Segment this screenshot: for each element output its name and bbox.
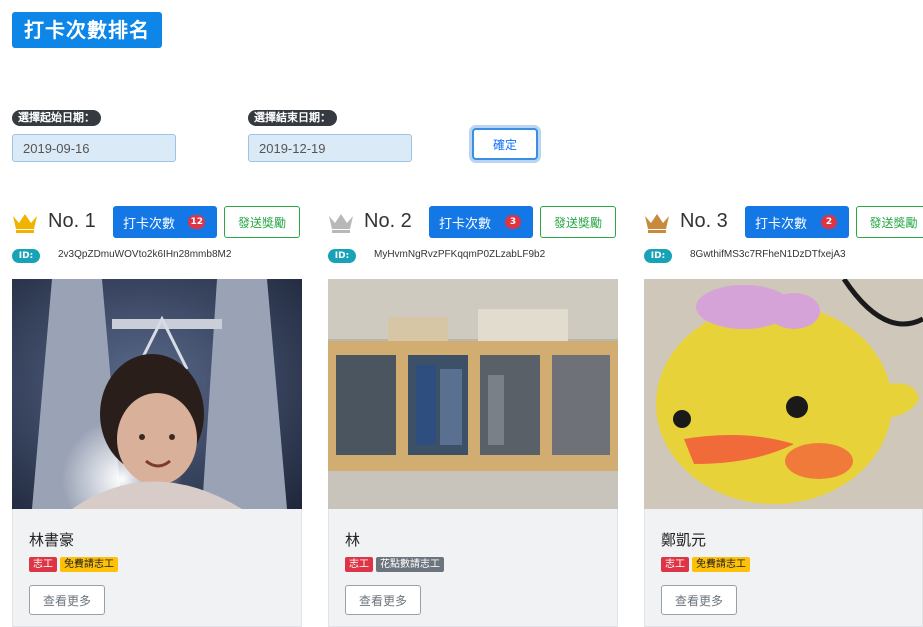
card-header: No. 2 打卡次數 3 發送獎勵: [328, 204, 620, 238]
tag-list: 志工 免費請志工: [29, 557, 121, 573]
tag-volunteer: 志工: [345, 557, 373, 572]
user-name: 林書豪: [29, 531, 75, 549]
checkin-count-badge: 3: [505, 215, 521, 229]
tag-service-type: 花點數請志工: [376, 557, 444, 572]
person-at-night-towers-photo: [12, 279, 302, 509]
user-name: 鄭凱元: [661, 531, 707, 549]
tag-service-type: 免費請志工: [692, 557, 750, 572]
send-reward-button[interactable]: 發送獎勵: [540, 206, 616, 238]
tag-list: 志工 花點數請志工: [345, 557, 447, 573]
bronze-crown-icon: [645, 214, 669, 233]
checkin-count-button[interactable]: 打卡次數 3: [429, 206, 533, 238]
tag-list: 志工 免費請志工: [661, 557, 753, 573]
rank-label: No. 1: [48, 210, 96, 232]
tag-volunteer: 志工: [661, 557, 689, 572]
ranking-card-2: No. 2 打卡次數 3 發送獎勵 ID: MyHvmNgRvzPFKqqmP0Z…: [328, 204, 620, 627]
ranking-card-3: No. 3 打卡次數 2 發送獎勵 ID: 8GwthifMS3c7RFheN1D…: [644, 204, 923, 627]
page-title: 打卡次數排名: [12, 12, 162, 48]
user-name: 林: [345, 531, 361, 549]
ranking-card-1: No. 1 打卡次數 12 發送獎勵 ID: 2v3QpZDmuWOVto2k6I…: [12, 204, 304, 627]
rank-label: No. 3: [680, 210, 728, 232]
send-reward-button[interactable]: 發送獎勵: [224, 206, 300, 238]
end-date-label: 選擇結束日期：: [248, 110, 337, 126]
id-row: ID: 8GwthifMS3c7RFheN1DzDTfxejA3: [644, 248, 923, 264]
checkin-count-label: 打卡次數: [439, 216, 492, 232]
id-row: ID: 2v3QpZDmuWOVto2k6IHn28mmb8M2: [12, 248, 304, 264]
checkin-count-badge: 12: [188, 215, 205, 229]
card-body: 林 志工 花點數請志工 查看更多: [328, 509, 618, 627]
view-more-button[interactable]: 查看更多: [29, 585, 105, 615]
send-reward-button[interactable]: 發送獎勵: [856, 206, 923, 238]
start-date-input[interactable]: [12, 134, 176, 162]
checkin-count-label: 打卡次數: [755, 216, 808, 232]
view-more-button[interactable]: 查看更多: [661, 585, 737, 615]
id-row: ID: MyHvmNgRvzPFKqqmP0ZLzabLF9b2: [328, 248, 620, 264]
id-badge: ID:: [12, 249, 40, 263]
card-body: 鄭凱元 志工 免費請志工 查看更多: [644, 509, 923, 627]
user-id: MyHvmNgRvzPFKqqmP0ZLzabLF9b2: [374, 249, 546, 260]
user-id: 2v3QpZDmuWOVto2k6IHn28mmb8M2: [58, 249, 232, 260]
card-header: No. 1 打卡次數 12 發送獎勵: [12, 204, 304, 238]
bookshelf-photo: [328, 279, 618, 509]
silver-crown-icon: [329, 214, 353, 233]
id-badge: ID:: [328, 249, 356, 263]
gold-crown-icon: [13, 214, 37, 233]
start-date-label: 選擇起始日期：: [12, 110, 101, 126]
card-header: No. 3 打卡次數 2 發送獎勵: [644, 204, 923, 238]
end-date-input[interactable]: [248, 134, 412, 162]
checkin-count-label: 打卡次數: [123, 216, 176, 232]
user-id: 8GwthifMS3c7RFheN1DzDTfxejA3: [690, 249, 846, 260]
confirm-button[interactable]: 確定: [472, 128, 538, 160]
checkin-count-badge: 2: [821, 215, 837, 229]
id-badge: ID:: [644, 249, 672, 263]
tag-volunteer: 志工: [29, 557, 57, 572]
rank-label: No. 2: [364, 210, 412, 232]
tag-service-type: 免費請志工: [60, 557, 118, 572]
checkin-count-button[interactable]: 打卡次數 12: [113, 206, 217, 238]
card-body: 林書豪 志工 免費請志工 查看更多: [12, 509, 302, 627]
yellow-chick-plush-photo: [644, 279, 923, 509]
checkin-count-button[interactable]: 打卡次數 2: [745, 206, 849, 238]
view-more-button[interactable]: 查看更多: [345, 585, 421, 615]
